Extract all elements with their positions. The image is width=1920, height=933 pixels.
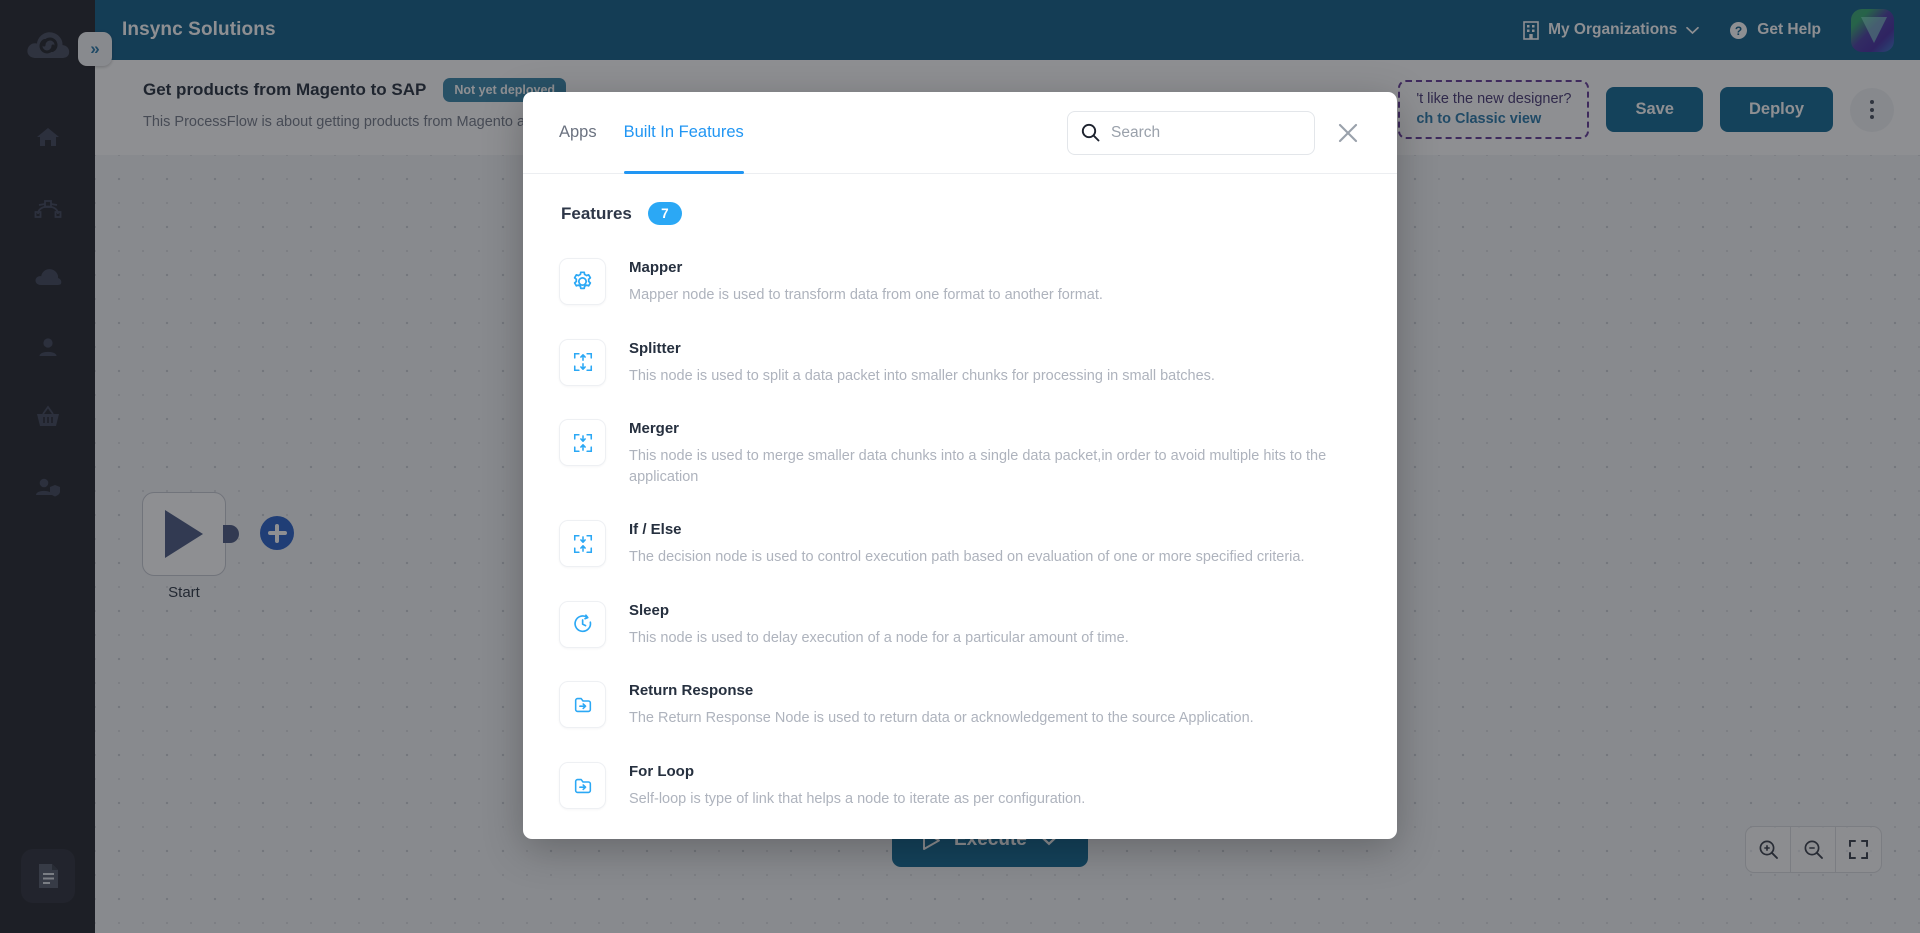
node-picker-modal: Apps Built In Features Features 7 <box>523 92 1397 839</box>
feature-text: Splitter This node is used to split a da… <box>629 339 1215 387</box>
feature-description: This node is used to merge smaller data … <box>629 448 1327 485</box>
feature-icon-container <box>559 762 606 810</box>
list-item[interactable]: Sleep This node is used to delay executi… <box>559 591 1361 659</box>
merge-arrows-icon <box>572 533 594 555</box>
split-arrows-icon <box>572 351 594 373</box>
list-item[interactable]: Merger This node is used to merge smalle… <box>559 409 1361 497</box>
feature-description: This node is used to delay execution of … <box>629 629 1129 646</box>
close-icon[interactable] <box>1333 118 1363 148</box>
modal-body[interactable]: Features 7 Mapper Mapper node is used to… <box>523 174 1397 839</box>
feature-description: This node is used to split a data packet… <box>629 367 1215 384</box>
modal-header: Apps Built In Features <box>523 92 1397 174</box>
feature-description: Mapper node is used to transform data fr… <box>629 287 1103 303</box>
feature-name: Merger <box>629 420 680 438</box>
modal-tabs: Apps Built In Features <box>559 92 744 174</box>
return-arrow-icon <box>572 694 594 716</box>
tab-built-in-features[interactable]: Built In Features <box>623 92 744 174</box>
feature-description: The decision node is used to control exe… <box>629 549 1305 566</box>
list-item[interactable]: Mapper Mapper node is used to transform … <box>559 248 1361 316</box>
feature-icon-container <box>559 419 606 467</box>
list-item[interactable]: Return Response The Return Response Node… <box>559 671 1361 739</box>
feature-icon-container <box>559 338 606 386</box>
feature-name: For Loop <box>629 763 694 781</box>
feature-name: If / Else <box>629 521 682 539</box>
features-count-badge: 7 <box>647 202 682 225</box>
list-item[interactable]: For Loop Self-loop is type of link that … <box>559 752 1361 820</box>
search-input[interactable] <box>1111 123 1301 142</box>
feature-icon-container <box>559 520 606 568</box>
feature-text: For Loop Self-loop is type of link that … <box>629 762 1085 810</box>
feature-icon-container <box>559 681 606 729</box>
merge-arrows-icon <box>572 432 594 454</box>
list-item[interactable]: Splitter This node is used to split a da… <box>559 329 1361 397</box>
feature-text: Return Response The Return Response Node… <box>629 681 1254 729</box>
search-box[interactable] <box>1067 110 1315 155</box>
feature-description: The Return Response Node is used to retu… <box>629 710 1254 727</box>
features-title: Features <box>561 203 632 223</box>
tab-apps[interactable]: Apps <box>559 92 597 174</box>
return-arrow-icon <box>572 775 594 797</box>
features-section-header: Features 7 <box>559 202 1361 225</box>
feature-text: If / Else The decision node is used to c… <box>629 520 1304 568</box>
feature-name: Sleep <box>629 601 670 619</box>
feature-name: Mapper <box>629 259 683 276</box>
feature-text: Sleep This node is used to delay executi… <box>629 601 1129 649</box>
feature-description: Self-loop is type of link that helps a n… <box>629 791 1086 808</box>
list-item[interactable]: If / Else The decision node is used to c… <box>559 510 1361 578</box>
gear-icon <box>571 270 594 293</box>
feature-text: Mapper Mapper node is used to transform … <box>629 258 1103 306</box>
clock-arrow-icon <box>572 613 594 635</box>
search-icon <box>1081 123 1100 142</box>
feature-name: Return Response <box>629 682 754 700</box>
feature-icon-container <box>559 258 606 305</box>
feature-icon-container <box>559 600 606 648</box>
feature-text: Merger This node is used to merge smalle… <box>629 419 1359 487</box>
feature-name: Splitter <box>629 339 681 357</box>
